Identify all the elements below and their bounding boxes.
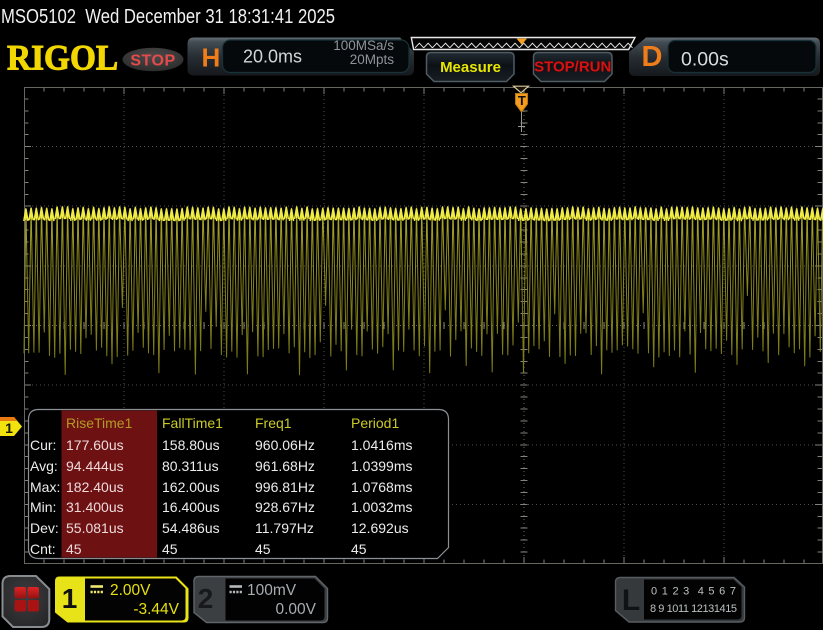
svg-text:-3.44V: -3.44V bbox=[133, 601, 179, 618]
svg-text:STOP: STOP bbox=[130, 53, 175, 70]
svg-text:20.0ms: 20.0ms bbox=[243, 47, 302, 67]
svg-text:D: D bbox=[642, 41, 663, 73]
svg-text:0 1 2 3 4 5 6 7: 0 1 2 3 4 5 6 7 bbox=[651, 586, 736, 598]
svg-text:100MSa/s: 100MSa/s bbox=[333, 38, 394, 53]
svg-text:STOP/RUN: STOP/RUN bbox=[534, 59, 611, 76]
svg-text:2: 2 bbox=[198, 583, 214, 614]
svg-text:0.00s: 0.00s bbox=[681, 49, 729, 71]
svg-text:0.00V: 0.00V bbox=[275, 601, 316, 618]
svg-text:2.00V: 2.00V bbox=[110, 582, 151, 599]
svg-text:8 9 1011 12131415: 8 9 1011 12131415 bbox=[650, 603, 737, 615]
svg-text:H: H bbox=[202, 43, 221, 73]
svg-text:20Mpts: 20Mpts bbox=[350, 52, 395, 67]
svg-text:100mV: 100mV bbox=[247, 582, 297, 599]
svg-text:T: T bbox=[518, 93, 526, 108]
svg-text:L: L bbox=[622, 584, 640, 617]
svg-text:Measure: Measure bbox=[440, 59, 501, 76]
svg-text:1: 1 bbox=[62, 583, 78, 614]
